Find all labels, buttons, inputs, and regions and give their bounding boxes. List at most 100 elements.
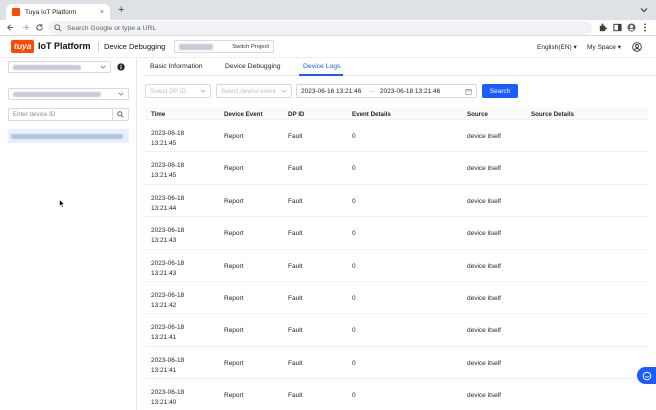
log-details: 0 [352, 230, 356, 238]
device-id-redacted [11, 133, 123, 139]
table-row: 2023-06-18 13:21:42 Report Fault 0 device… [145, 282, 648, 315]
chevron-down-icon [281, 88, 287, 94]
device-event-placeholder: Select device event [221, 87, 276, 95]
language-label: English(EN) [537, 44, 572, 51]
chevron-down-icon [100, 64, 106, 70]
address-bar-placeholder: Search Google or type a URL [67, 24, 157, 32]
data-center-select[interactable] [8, 61, 111, 73]
column-header: DP ID [288, 111, 305, 118]
table-row: 2023-06-18 13:21:41 Report Fault 0 device… [145, 347, 648, 380]
device-sidebar [0, 58, 137, 410]
log-source: device itself [467, 165, 501, 173]
project-switcher[interactable]: Switch Project [174, 40, 274, 53]
language-selector[interactable]: English(EN) ▾ [537, 43, 577, 51]
table-row: 2023-06-18 13:21:41 Report Fault 0 device… [145, 314, 648, 347]
log-source: device itself [467, 230, 501, 238]
chat-support-button[interactable] [637, 367, 656, 384]
new-tab-button[interactable]: + [118, 4, 124, 16]
start-time[interactable]: 2023-06-16 13:21:46 [301, 88, 361, 95]
device-event-select[interactable]: Select device event [216, 84, 292, 98]
log-dp-id: Fault [288, 359, 303, 367]
device-search [8, 108, 129, 121]
log-details: 0 [352, 327, 356, 335]
product-select[interactable] [8, 88, 129, 100]
log-details: 0 [352, 133, 356, 140]
end-time[interactable]: 2023-06-18 13:21:46 [380, 88, 440, 95]
log-dp-id: Fault [288, 294, 303, 302]
log-dp-id: Fault [288, 392, 303, 400]
log-event: Report [224, 262, 244, 270]
column-header: Source Details [531, 111, 574, 118]
log-time: 2023-06-18 13:21:40 [151, 389, 185, 407]
log-source: device itself [467, 133, 501, 140]
detail-tabs: Basic Information Device Debugging Devic… [145, 58, 656, 76]
address-bar[interactable]: Search Google or type a URL [48, 21, 592, 35]
log-source: device itself [467, 262, 501, 270]
browser-toolbar: Search Google or type a URL [0, 20, 656, 36]
dp-id-select[interactable]: Select DP ID [145, 84, 211, 98]
tab-device-debugging[interactable]: Device Debugging [225, 63, 281, 70]
table-row: 2023-06-18 13:21:43 Report Fault 0 device… [145, 217, 648, 250]
device-list-item[interactable] [8, 129, 129, 143]
log-time: 2023-06-18 13:21:43 [151, 259, 185, 277]
extensions-icon[interactable] [598, 23, 607, 32]
chevron-down-icon [118, 91, 124, 97]
tab-basic-information[interactable]: Basic Information [150, 63, 203, 70]
log-event: Report [224, 392, 244, 400]
log-source: device itself [467, 197, 501, 205]
space-selector[interactable]: My Space ▾ [587, 43, 621, 51]
log-dp-id: Fault [288, 327, 303, 335]
chat-icon [642, 371, 651, 380]
log-event: Report [224, 197, 244, 205]
table-row: 2023-06-18 13:21:40 Report Fault 0 device… [145, 379, 648, 410]
log-source: device itself [467, 327, 501, 335]
device-id-input[interactable] [8, 108, 113, 121]
date-range-picker[interactable]: 2023-06-16 13:21:46 → 2023-06-18 13:21:4… [296, 84, 477, 98]
table-header: Time Device Event DP ID Event Details So… [145, 108, 648, 120]
chevron-down-icon[interactable] [640, 6, 648, 14]
info-icon[interactable] [117, 63, 125, 71]
search-button[interactable]: Search [482, 84, 518, 98]
log-dp-id: Fault [288, 197, 303, 205]
search-icon [54, 24, 62, 32]
log-time: 2023-06-18 13:21:43 [151, 227, 185, 245]
forward-icon[interactable] [21, 23, 30, 32]
log-details: 0 [352, 359, 356, 367]
log-details: 0 [352, 392, 356, 400]
log-time: 2023-06-18 13:21:45 [151, 162, 185, 180]
dp-id-placeholder: Select DP ID [150, 87, 186, 95]
back-icon[interactable] [6, 23, 15, 32]
page-title: Device Debugging [104, 42, 166, 51]
log-details: 0 [352, 165, 356, 173]
device-logs-table: Time Device Event DP ID Event Details So… [145, 108, 648, 410]
more-icon[interactable] [643, 23, 647, 32]
log-details: 0 [352, 294, 356, 302]
sidepanel-icon[interactable] [613, 23, 622, 32]
log-dp-id: Fault [288, 133, 303, 140]
device-search-button[interactable] [113, 108, 129, 121]
browser-tab[interactable]: Tuya IoT Platform × [6, 4, 110, 20]
profile-icon[interactable] [627, 23, 636, 32]
log-time: 2023-06-18 13:21:41 [151, 324, 185, 342]
log-dp-id: Fault [288, 230, 303, 238]
column-header: Time [151, 111, 166, 118]
tuya-logo[interactable]: tuya [11, 40, 35, 53]
range-arrow: → [368, 87, 375, 95]
platform-name: IoT Platform [38, 41, 91, 51]
reload-icon[interactable] [35, 23, 44, 32]
project-name-redacted [179, 43, 213, 50]
mouse-cursor-icon [59, 199, 65, 208]
log-event: Report [224, 294, 244, 302]
active-tab-indicator [299, 74, 343, 76]
tab-device-logs[interactable]: Device Logs [303, 63, 340, 70]
product-name-redacted [13, 91, 101, 97]
log-time: 2023-06-18 13:21:42 [151, 291, 185, 309]
table-row: 2023-06-18 13:21:43 Report Fault 0 device… [145, 250, 648, 282]
switch-project-label: Switch Project [232, 43, 269, 50]
user-avatar-icon[interactable] [632, 42, 642, 52]
chevron-down-icon [200, 88, 206, 94]
table-row: 2023-06-18 13:21:45 Report Fault 0 device… [145, 120, 648, 153]
close-icon[interactable]: × [100, 9, 104, 16]
header-divider [98, 42, 99, 52]
log-event: Report [224, 230, 244, 238]
